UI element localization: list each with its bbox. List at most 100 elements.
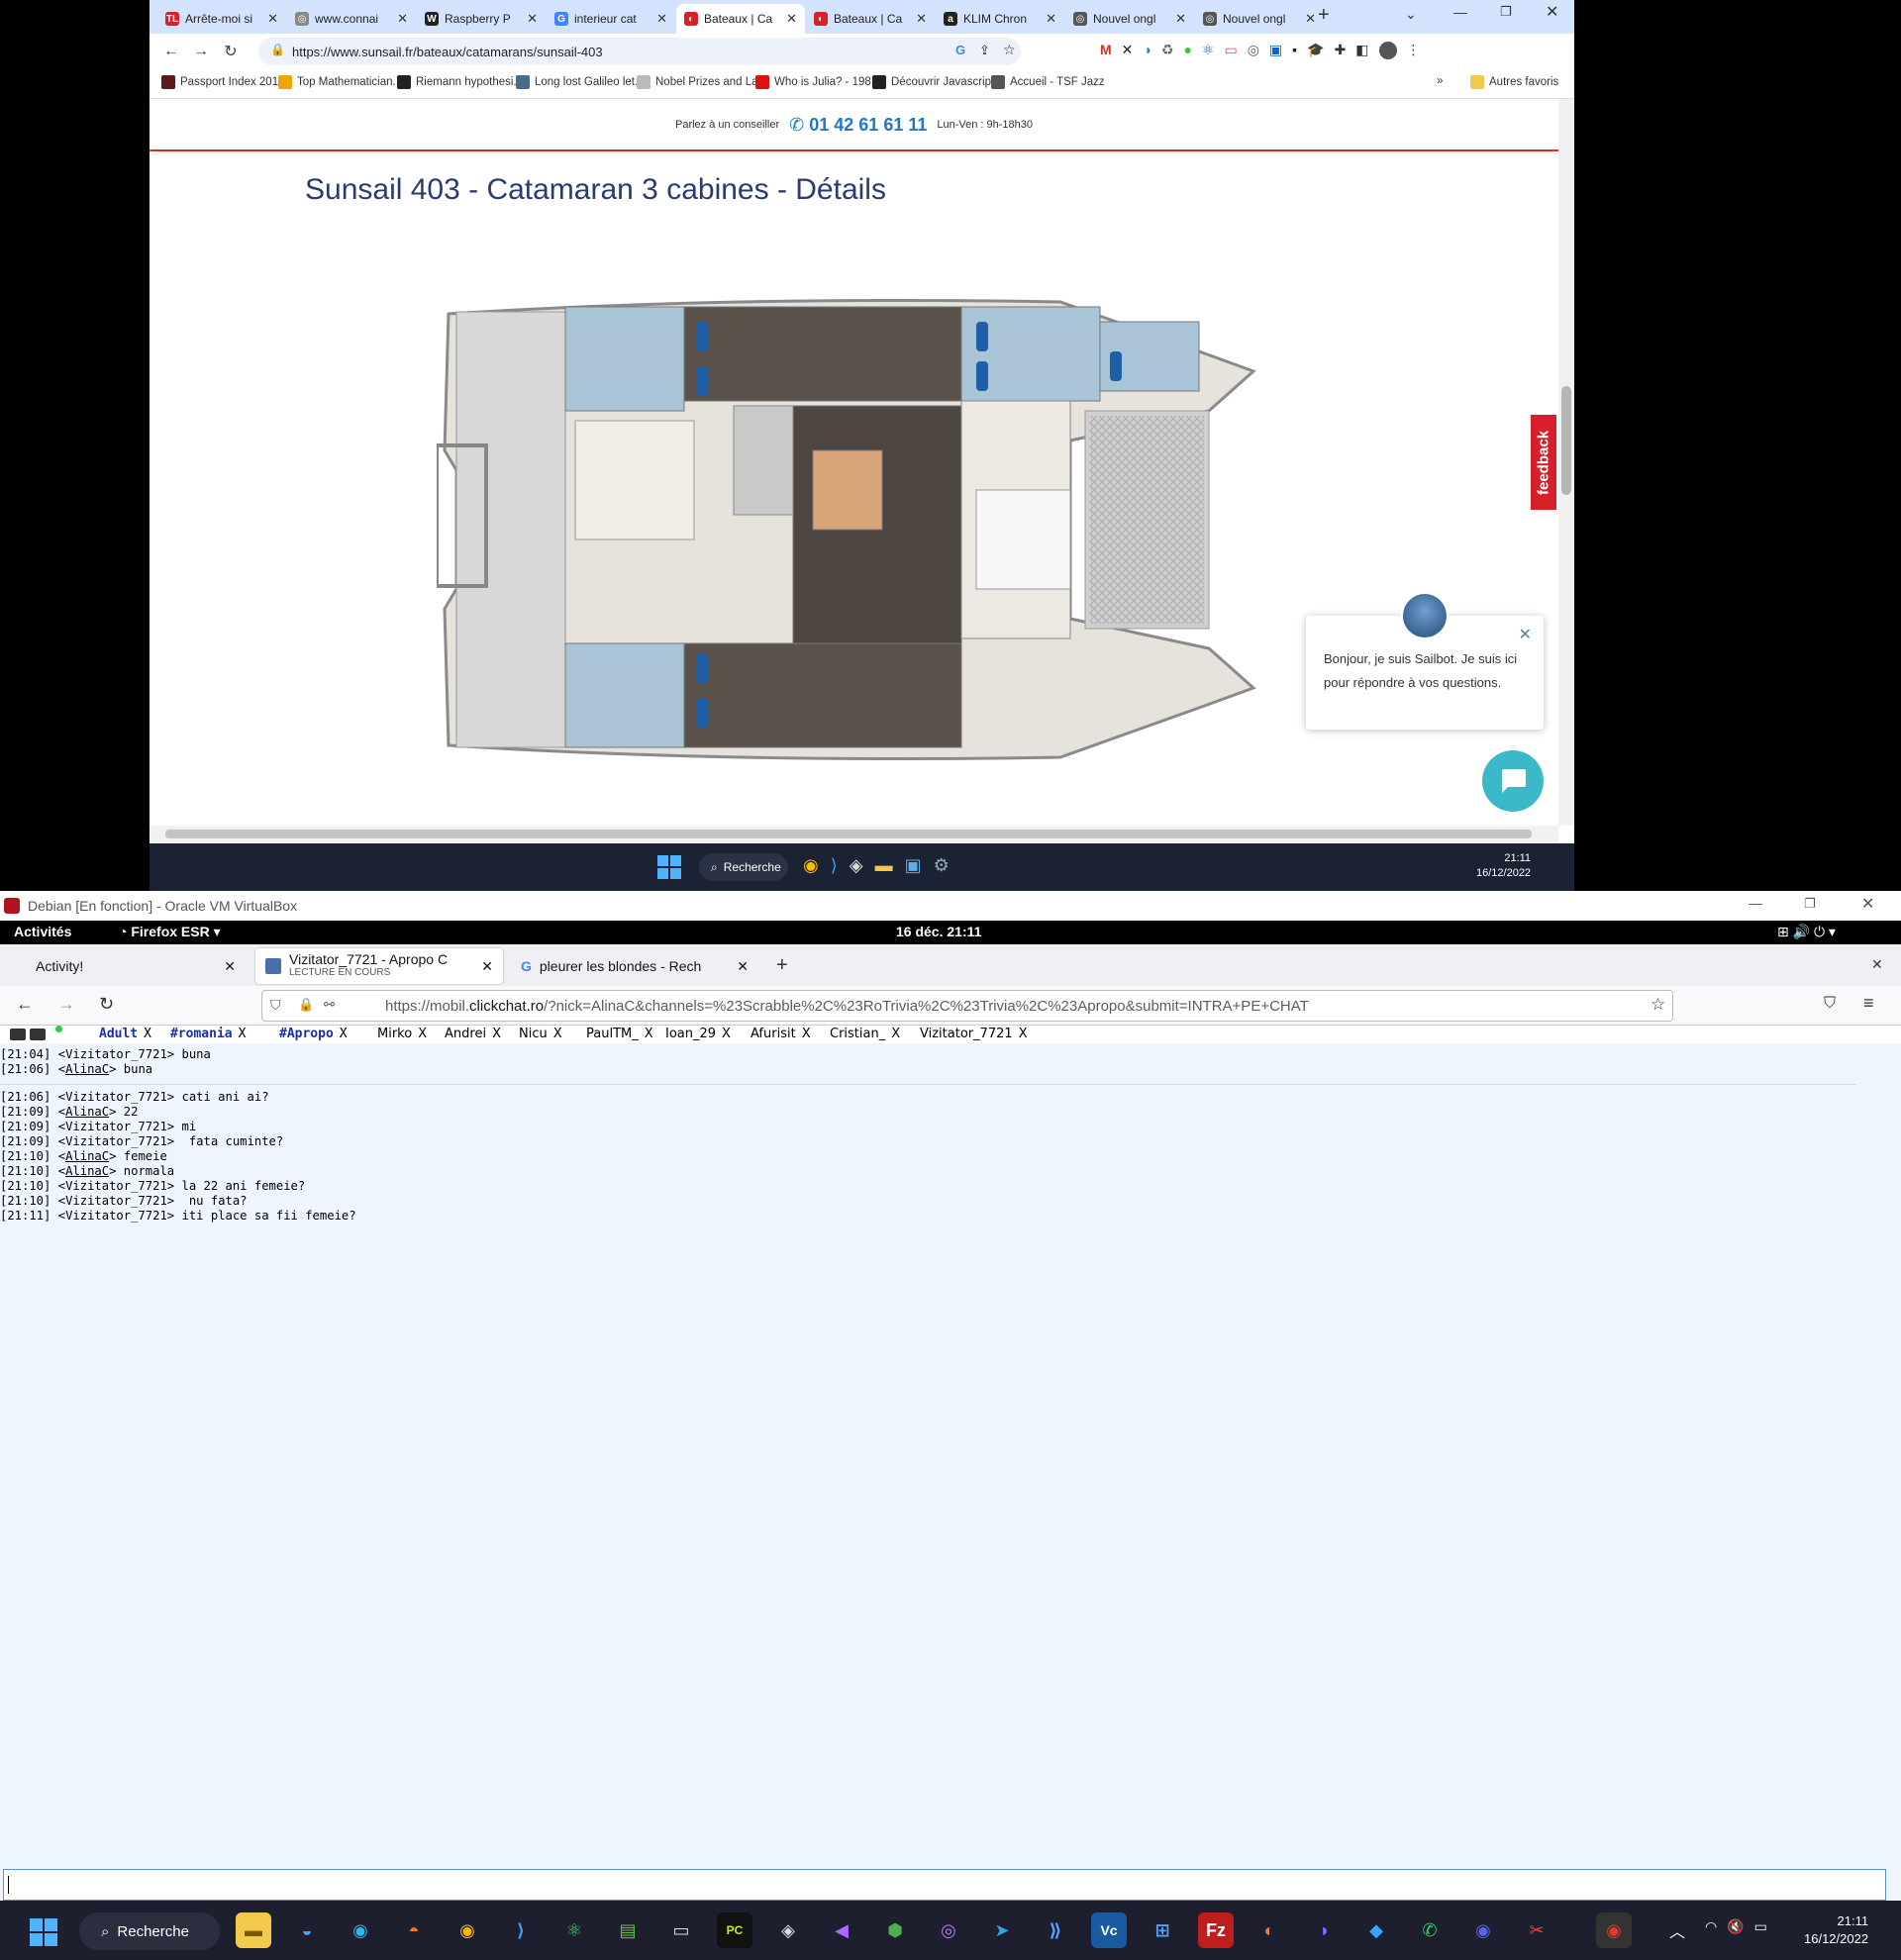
firefox-icon[interactable]: ◓ — [396, 1912, 432, 1948]
snipping-icon[interactable]: ✂ — [1519, 1912, 1554, 1948]
whatsapp-icon[interactable]: ✆ — [1412, 1912, 1448, 1948]
close-channel-icon[interactable]: X — [340, 1027, 348, 1041]
atom-icon[interactable]: ⚛ — [556, 1912, 592, 1948]
close-tab-icon[interactable]: ✕ — [527, 11, 538, 27]
other-bookmarks[interactable]: Autres favoris — [1470, 75, 1558, 89]
discord-icon[interactable]: ◉ — [1465, 1912, 1501, 1948]
bookmark-item[interactable]: Who is Julia? - 198... — [755, 75, 880, 89]
linkedin-extension-icon[interactable]: ▣ — [1269, 42, 1282, 59]
chrome-tab[interactable]: TL Arrête-moi si ✕ — [157, 4, 286, 34]
bookmark-item[interactable]: Riemann hypothesi... — [397, 75, 523, 89]
explorer-app-icon[interactable]: ▬ — [875, 855, 893, 876]
taskbar-clock[interactable]: 21:11 16/12/2022 — [1804, 1912, 1868, 1948]
settings-app-icon[interactable]: ⚙ — [934, 855, 950, 876]
channel-tab[interactable]: PaulTM_ X — [586, 1027, 653, 1041]
chat-nick[interactable]: AlinaC — [65, 1062, 109, 1076]
channel-tab[interactable]: Afurisit X — [750, 1027, 811, 1041]
eclipse-icon[interactable]: ◑ — [1305, 1912, 1341, 1948]
close-channel-icon[interactable]: X — [492, 1027, 501, 1041]
edge-icon[interactable]: ◉ — [343, 1912, 378, 1948]
react-extension-icon[interactable]: ⚛ — [1202, 42, 1215, 59]
host-search-box[interactable]: ⌕ Recherche — [699, 853, 788, 881]
channel-tab[interactable]: Mirko X — [377, 1027, 427, 1041]
chat-nick[interactable]: Vizitator_7721 — [65, 1120, 167, 1133]
bookmark-item[interactable]: Découvrir Javascrip... — [872, 75, 1001, 89]
close-channel-icon[interactable]: X — [722, 1027, 731, 1041]
minimize-icon[interactable]: — — [1453, 4, 1467, 20]
thunderbird-icon[interactable]: ◒ — [289, 1912, 325, 1948]
tab-google-search[interactable]: G pleurer les blondes - Rech ✕ — [511, 948, 758, 984]
vbox-minimize-icon[interactable]: — — [1749, 895, 1762, 911]
feedback-tab[interactable]: feedback — [1529, 413, 1558, 512]
chat-nick[interactable]: Vizitator_7721 — [65, 1134, 167, 1148]
chat-nick[interactable]: AlinaC — [65, 1105, 109, 1119]
close-tab-icon[interactable]: ✕ — [267, 11, 278, 27]
gnome-clock[interactable]: 16 déc. 21:11 — [896, 924, 981, 939]
reload-icon[interactable]: ↻ — [221, 42, 241, 61]
close-channel-icon[interactable]: X — [802, 1027, 811, 1041]
open-chat-button[interactable] — [1482, 750, 1544, 812]
restore-icon[interactable]: ❐ — [1500, 4, 1512, 20]
close-bubble-icon[interactable]: ✕ — [1519, 624, 1532, 647]
permissions-icon[interactable]: ⚯ — [324, 997, 335, 1013]
terminal-icon[interactable]: ▭ — [663, 1912, 699, 1948]
ff-reload-icon[interactable]: ↻ — [99, 994, 114, 1015]
channel-tab[interactable]: Ioan_29 X — [665, 1027, 731, 1041]
vbox-restore-icon[interactable]: ❐ — [1804, 896, 1816, 912]
sync-extension-icon[interactable]: ◑ — [1143, 42, 1151, 59]
telegram-icon[interactable]: ➤ — [984, 1912, 1020, 1948]
chat-nick[interactable]: Vizitator_7721 — [65, 1047, 167, 1061]
system-tray[interactable]: ⊞ 🔊 ⏻ ▾ — [1777, 924, 1836, 940]
nodejs-icon[interactable]: ⬢ — [877, 1912, 913, 1948]
network-icon[interactable]: ⊞ — [1145, 1912, 1180, 1948]
graduation-extension-icon[interactable]: 🎓 — [1307, 42, 1324, 59]
postman-icon[interactable]: ◐ — [1251, 1912, 1287, 1948]
stop-icon[interactable] — [30, 1029, 46, 1040]
powershell-icon[interactable]: ⟫ — [1038, 1912, 1073, 1948]
tor-icon[interactable]: ◎ — [931, 1912, 966, 1948]
chat-message-input[interactable] — [3, 1869, 1886, 1901]
channel-tab[interactable]: #Apropo X — [279, 1027, 348, 1041]
close-tab-icon[interactable]: ✕ — [1305, 11, 1316, 27]
windows-start-icon[interactable] — [657, 855, 681, 879]
calendar-extension-icon[interactable]: ▭ — [1224, 42, 1237, 59]
webstorm-icon[interactable]: ◆ — [1358, 1912, 1394, 1948]
chat-nick[interactable]: AlinaC — [65, 1149, 109, 1163]
vscode-icon[interactable]: ⟩ — [503, 1912, 539, 1948]
host-clock[interactable]: 21:11 16/12/2022 — [1476, 851, 1531, 881]
channel-tab[interactable]: Andrei X — [445, 1027, 501, 1041]
chrome-tab[interactable]: ◎ Nouvel ongl ✕ — [1195, 4, 1324, 34]
gmail-extension-icon[interactable]: M — [1100, 42, 1112, 59]
start-button[interactable] — [30, 1918, 57, 1946]
close-channel-icon[interactable]: X — [645, 1027, 653, 1041]
shield-icon[interactable]: ⛉ — [270, 997, 281, 1014]
channel-tab[interactable]: Vizitator_7721 X — [920, 1027, 1028, 1041]
green-extension-icon[interactable]: ● — [1183, 42, 1191, 59]
chat-nick[interactable]: Vizitator_7721 — [65, 1209, 167, 1223]
bookmark-item[interactable]: Passport Index 201... — [161, 75, 288, 89]
globe-extension-icon[interactable]: ◎ — [1248, 42, 1259, 59]
ff-menu-icon[interactable]: ≡ — [1863, 993, 1874, 1014]
filezilla-icon[interactable]: Fz — [1198, 1912, 1234, 1948]
recycle-extension-icon[interactable]: ♻ — [1161, 42, 1174, 59]
close-channel-icon[interactable]: X — [239, 1027, 247, 1041]
chat-nick[interactable]: AlinaC — [65, 1164, 109, 1178]
chrome-tab[interactable]: Ginterieur cat ✕ — [547, 4, 675, 34]
chat-nick[interactable]: Vizitator_7721 — [65, 1194, 167, 1208]
ff-back-icon[interactable]: ← — [16, 994, 34, 1015]
more-bookmarks[interactable]: » — [1437, 75, 1443, 87]
close-channel-icon[interactable]: X — [418, 1027, 427, 1041]
bookmark-item[interactable]: Nobel Prizes and La... — [637, 75, 767, 89]
chrome-menu-icon[interactable]: ⋮ — [1407, 42, 1421, 59]
bookmark-item[interactable]: Top Mathematician... — [278, 75, 402, 89]
tab-search-icon[interactable]: ⌄ — [1405, 6, 1417, 23]
app-menu[interactable]: ◔ Firefox ESR ▾ — [119, 924, 221, 940]
chrome-icon[interactable]: ◉ — [450, 1912, 485, 1948]
channel-tab[interactable]: Adult X — [99, 1027, 151, 1041]
close-channel-icon[interactable]: X — [553, 1027, 562, 1041]
active-app-icon[interactable]: ◉ — [1596, 1912, 1632, 1948]
chrome-tab[interactable]: a KLIM Chron ✕ — [936, 4, 1064, 34]
new-tab-icon[interactable]: + — [776, 954, 788, 977]
notepad-icon[interactable]: ▤ — [610, 1912, 646, 1948]
forward-icon[interactable]: → — [191, 42, 211, 61]
